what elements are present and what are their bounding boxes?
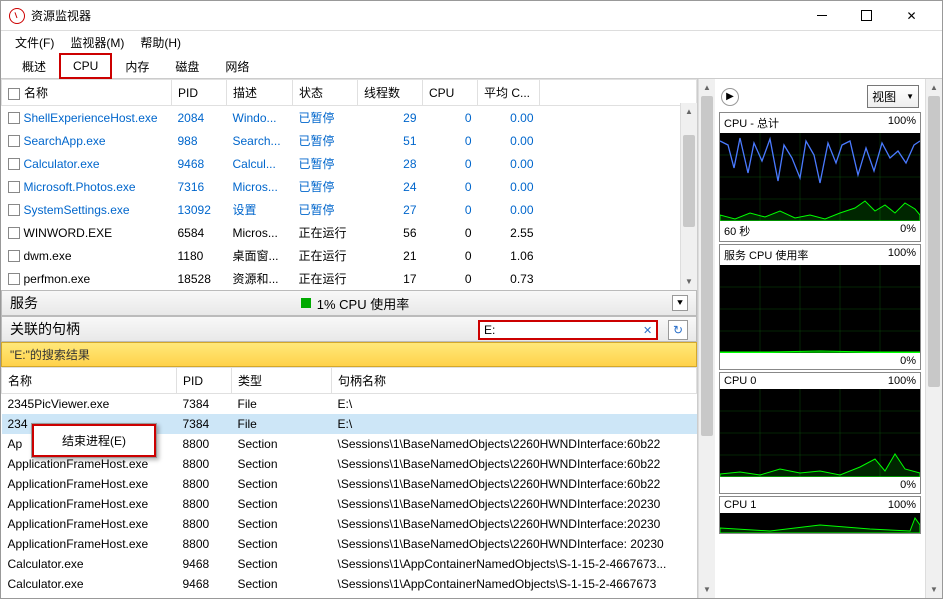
process-scrollbar[interactable]: ▲▼ bbox=[680, 103, 697, 290]
checkbox[interactable] bbox=[8, 273, 20, 285]
hcol-name[interactable]: 名称 bbox=[2, 368, 177, 394]
handles-table-wrap: 名称 PID 类型 句柄名称 2345PicViewer.exe7384File… bbox=[1, 367, 697, 598]
handle-row[interactable]: 2345PicViewer.exe7384FileE:\ bbox=[2, 394, 697, 415]
process-row[interactable]: perfmon.exe18528资源和...正在运行1700.73 bbox=[2, 267, 697, 290]
chart-cpu-total: CPU - 总计100% 60 秒0% bbox=[719, 112, 921, 242]
col-cpu[interactable]: CPU bbox=[423, 80, 478, 106]
checkbox-all[interactable] bbox=[8, 88, 20, 100]
checkbox[interactable] bbox=[8, 135, 20, 147]
handle-row[interactable]: Calculator.exe9468Section\Sessions\1\App… bbox=[2, 574, 697, 594]
right-panel: ▶ 视图 ▼ CPU - 总计100% 60 秒0% bbox=[715, 79, 925, 598]
process-table[interactable]: 名称 PID 描述 状态 线程数 CPU 平均 C... ShellExperi… bbox=[1, 79, 697, 290]
process-table-wrap: 名称 PID 描述 状态 线程数 CPU 平均 C... ShellExperi… bbox=[1, 79, 697, 290]
col-avg[interactable]: 平均 C... bbox=[478, 80, 540, 106]
menu-help[interactable]: 帮助(H) bbox=[136, 32, 185, 53]
process-row[interactable]: ShellExperienceHost.exe2084Windo...已暂停29… bbox=[2, 106, 697, 130]
chart-service-cpu: 服务 CPU 使用率100% 0% bbox=[719, 244, 921, 370]
tab-cpu[interactable]: CPU bbox=[59, 53, 112, 79]
handles-section: 关联的句柄 ✕ ↻ bbox=[1, 316, 697, 342]
col-status[interactable]: 状态 bbox=[293, 80, 358, 106]
checkbox[interactable] bbox=[8, 112, 20, 124]
handles-search[interactable]: ✕ bbox=[478, 320, 658, 340]
handle-row[interactable]: ApplicationFrameHost.exe8800Section\Sess… bbox=[2, 534, 697, 554]
tab-network[interactable]: 网络 bbox=[212, 53, 262, 79]
checkbox[interactable] bbox=[8, 227, 20, 239]
services-title: 服务 bbox=[10, 293, 38, 313]
handle-row[interactable]: ApplicationFrameHost.exe8800Section\Sess… bbox=[2, 474, 697, 494]
menu-file[interactable]: 文件(F) bbox=[11, 32, 58, 53]
chart-cpu0: CPU 0100% 0% bbox=[719, 372, 921, 494]
col-threads[interactable]: 线程数 bbox=[358, 80, 423, 106]
maximize-button[interactable] bbox=[844, 2, 889, 30]
checkbox[interactable] bbox=[8, 158, 20, 170]
titlebar: 资源监视器 bbox=[1, 1, 942, 31]
minimize-button[interactable] bbox=[799, 2, 844, 30]
process-row[interactable]: SearchApp.exe988Search...已暂停5100.00 bbox=[2, 129, 697, 152]
tabbar: 概述 CPU 内存 磁盘 网络 bbox=[1, 53, 942, 79]
context-menu: 结束进程(E) bbox=[31, 423, 157, 458]
col-name: 名称 bbox=[2, 80, 172, 106]
process-row[interactable]: Calculator.exe9468Calcul...已暂停2800.00 bbox=[2, 152, 697, 175]
close-button[interactable] bbox=[889, 2, 934, 30]
refresh-button[interactable]: ↻ bbox=[668, 320, 688, 340]
window-title: 资源监视器 bbox=[31, 7, 799, 24]
handle-row[interactable]: ApplicationFrameHost.exe8800Section\Sess… bbox=[2, 494, 697, 514]
cpu-indicator-icon bbox=[301, 298, 311, 308]
tab-disk[interactable]: 磁盘 bbox=[162, 53, 212, 79]
tab-memory[interactable]: 内存 bbox=[112, 53, 162, 79]
chart-cpu1: CPU 1100% bbox=[719, 496, 921, 534]
dropdown-arrow-icon: ▼ bbox=[906, 92, 914, 101]
hcol-pid[interactable]: PID bbox=[177, 368, 232, 394]
clear-search-icon[interactable]: ✕ bbox=[643, 324, 652, 337]
main-scrollbar[interactable]: ▲▼ bbox=[698, 79, 715, 598]
process-row[interactable]: dwm.exe1180桌面窗...正在运行2101.06 bbox=[2, 244, 697, 267]
handle-row[interactable]: Calculator.exe9468Section\Sessions\1\App… bbox=[2, 554, 697, 574]
handles-search-input[interactable] bbox=[484, 323, 639, 337]
checkbox[interactable] bbox=[8, 250, 20, 262]
chevron-down-icon[interactable]: ⯆ bbox=[672, 295, 688, 311]
hcol-type[interactable]: 类型 bbox=[232, 368, 332, 394]
menu-monitor[interactable]: 监视器(M) bbox=[66, 32, 128, 53]
col-desc[interactable]: 描述 bbox=[227, 80, 293, 106]
process-row[interactable]: SystemSettings.exe13092设置已暂停2700.00 bbox=[2, 198, 697, 221]
checkbox[interactable] bbox=[8, 181, 20, 193]
process-row[interactable]: Microsoft.Photos.exe7316Micros...已暂停2400… bbox=[2, 175, 697, 198]
col-pid[interactable]: PID bbox=[172, 80, 227, 106]
hcol-hname[interactable]: 句柄名称 bbox=[332, 368, 697, 394]
app-icon bbox=[9, 8, 25, 24]
checkbox[interactable] bbox=[8, 204, 20, 216]
handle-row[interactable]: ApplicationFrameHost.exe8800Section\Sess… bbox=[2, 514, 697, 534]
ctx-end-process[interactable]: 结束进程(E) bbox=[32, 424, 156, 457]
process-row[interactable]: WINWORD.EXE6584Micros...正在运行5602.55 bbox=[2, 221, 697, 244]
right-scrollbar[interactable]: ▲▼ bbox=[925, 79, 942, 598]
menubar: 文件(F) 监视器(M) 帮助(H) bbox=[1, 31, 942, 53]
handles-title: 关联的句柄 bbox=[10, 319, 80, 339]
services-section[interactable]: 服务 1% CPU 使用率 ⯆ bbox=[1, 290, 697, 316]
collapse-panel-button[interactable]: ▶ bbox=[721, 88, 739, 106]
tab-overview[interactable]: 概述 bbox=[9, 53, 59, 79]
view-dropdown[interactable]: 视图 ▼ bbox=[867, 85, 919, 108]
search-results-title: "E:"的搜索结果 bbox=[1, 342, 697, 367]
handles-table[interactable]: 名称 PID 类型 句柄名称 2345PicViewer.exe7384File… bbox=[1, 367, 697, 594]
services-usage: 1% CPU 使用率 bbox=[317, 294, 409, 313]
